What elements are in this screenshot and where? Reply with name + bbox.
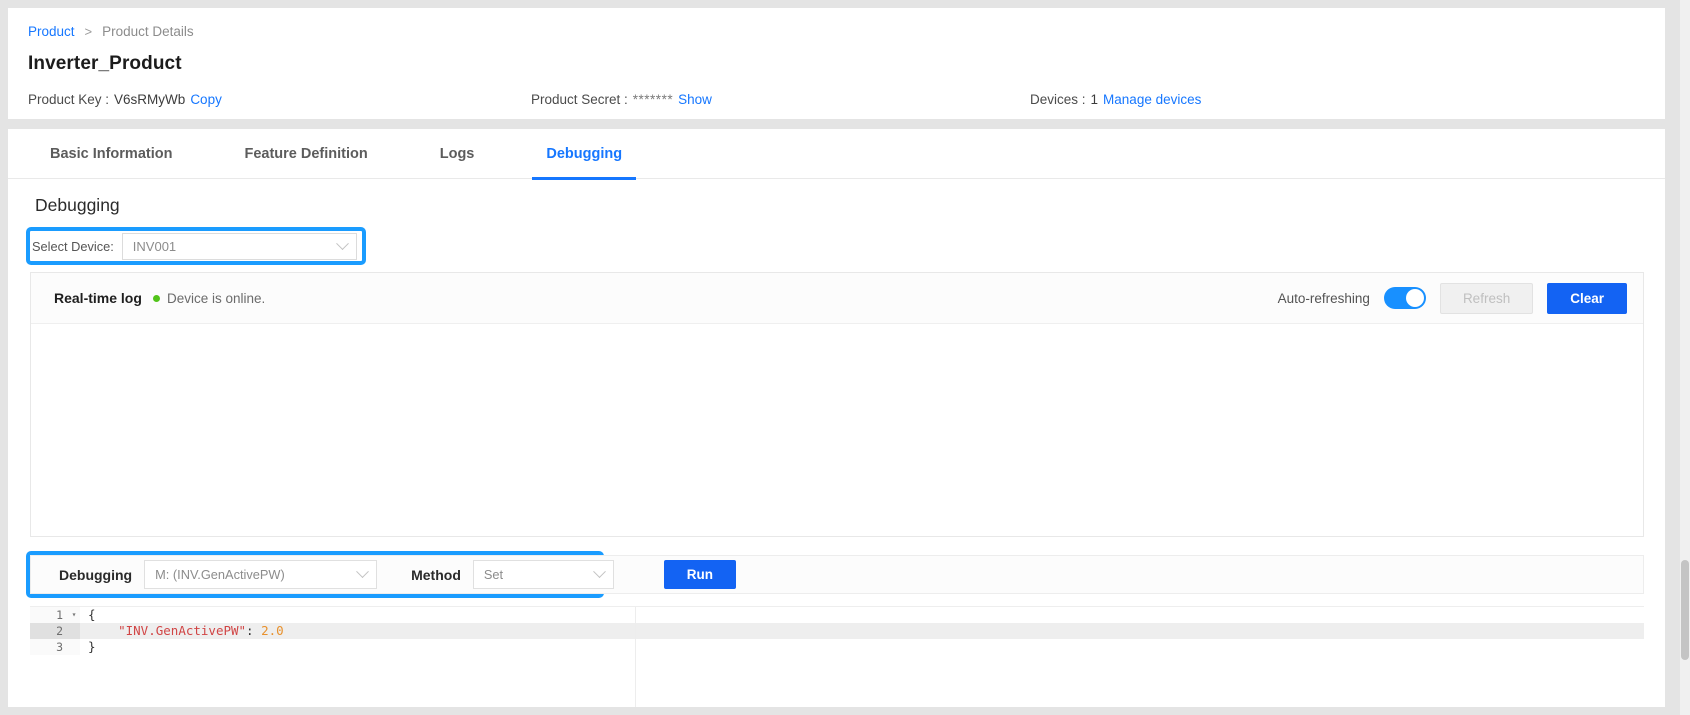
section-heading-debugging: Debugging [35, 195, 120, 215]
editor-line-number: 1 [30, 607, 68, 623]
main-content-card: Basic Information Feature Definition Log… [8, 129, 1665, 707]
page-scrollbar-thumb[interactable] [1681, 560, 1689, 660]
clear-button[interactable]: Clear [1547, 282, 1627, 314]
toggle-knob [1405, 289, 1424, 307]
log-controls: Auto-refreshing Refresh Clear [1277, 282, 1627, 314]
refresh-button[interactable]: Refresh [1439, 282, 1534, 314]
online-status-dot-icon [153, 294, 160, 302]
page-title: Inverter_Product [28, 53, 182, 74]
code-fold-icon [68, 639, 80, 655]
editor-token-punct: { [88, 607, 96, 622]
realtime-log-panel: Real-time log Device is online. Auto-ref… [30, 272, 1644, 537]
breadcrumb: Product > Product Details [28, 24, 194, 39]
debug-method-value: Set [483, 567, 504, 582]
debug-action-bar: Debugging M: (INV.GenActivePW) Method Se… [30, 555, 1644, 594]
editor-token-key: "INV.GenActivePW" [118, 623, 247, 638]
manage-devices-link[interactable]: Manage devices [1103, 92, 1201, 107]
editor-line: 2 "INV.GenActivePW": 2.0 [30, 623, 1644, 639]
auto-refresh-toggle[interactable] [1383, 287, 1426, 309]
debug-method-dropdown[interactable]: Set [472, 560, 614, 589]
page-root: Product > Product Details Inverter_Produ… [0, 0, 1690, 715]
select-device-label: Select Device: [32, 239, 114, 254]
breadcrumb-link-product[interactable]: Product [28, 24, 75, 39]
editor-line: 3 } [30, 639, 1644, 655]
product-secret-label: Product Secret : [531, 92, 628, 107]
product-key-group: Product Key : V6sRMyWb Copy [28, 92, 222, 107]
product-key-label: Product Key : [28, 92, 110, 107]
auto-refresh-label: Auto-refreshing [1277, 290, 1370, 306]
show-secret-button[interactable]: Show [678, 92, 712, 107]
editor-line-code: { [80, 607, 96, 623]
realtime-log-title: Real-time log [54, 290, 142, 306]
editor-empty-area [30, 655, 1644, 707]
editor-token-value: 2.0 [261, 623, 284, 638]
editor-line-code: "INV.GenActivePW": 2.0 [80, 623, 284, 639]
tab-feature-definition[interactable]: Feature Definition [230, 129, 381, 179]
method-label: Method [411, 566, 461, 583]
json-code-editor[interactable]: 1 ▾ { 2 "INV.GenActivePW": 2.0 3 } [30, 606, 1644, 707]
device-status: Device is online. [153, 291, 265, 306]
realtime-log-header: Real-time log Device is online. Auto-ref… [31, 273, 1643, 324]
product-key-value: V6sRMyWb [114, 92, 186, 107]
chevron-down-icon [356, 565, 369, 579]
editor-token-colon: : [246, 623, 254, 638]
debug-property-dropdown[interactable]: M: (INV.GenActivePW) [144, 560, 378, 589]
code-fold-icon [68, 623, 80, 639]
product-header-card: Product > Product Details Inverter_Produ… [8, 8, 1665, 119]
chevron-down-icon [335, 237, 349, 251]
editor-line-number: 2 [30, 623, 68, 639]
product-meta-row: Product Key : V6sRMyWb Copy Product Secr… [8, 92, 1665, 116]
tab-bar: Basic Information Feature Definition Log… [8, 129, 1665, 180]
editor-line-number: 3 [30, 639, 68, 655]
chevron-down-icon [593, 565, 606, 579]
breadcrumb-separator-icon: > [84, 24, 93, 39]
editor-line-code: } [80, 639, 96, 655]
editor-token-punct: } [88, 639, 96, 654]
editor-line: 1 ▾ { [30, 607, 1644, 623]
run-button[interactable]: Run [663, 560, 736, 589]
debug-action-bar-inner: Debugging M: (INV.GenActivePW) Method Se… [31, 560, 736, 589]
devices-label: Devices : [1030, 92, 1086, 107]
devices-count: 1 [1090, 92, 1099, 107]
tab-debugging[interactable]: Debugging [532, 129, 636, 180]
debugging-label: Debugging [59, 566, 133, 583]
select-device-row: Select Device: INV001 [32, 233, 357, 260]
product-secret-mask: ******* [632, 92, 674, 107]
breadcrumb-current: Product Details [102, 24, 194, 39]
product-secret-group: Product Secret : ******* Show [531, 92, 712, 107]
devices-group: Devices : 1 Manage devices [1030, 92, 1201, 107]
device-status-text: Device is online. [167, 290, 266, 306]
editor-vertical-divider [635, 607, 636, 707]
select-device-value: INV001 [132, 239, 177, 254]
tab-logs[interactable]: Logs [426, 129, 489, 179]
tab-basic-information[interactable]: Basic Information [36, 129, 186, 179]
select-device-dropdown[interactable]: INV001 [121, 233, 357, 260]
realtime-log-body[interactable] [31, 324, 1643, 536]
copy-product-key-button[interactable]: Copy [190, 92, 222, 107]
code-fold-icon[interactable]: ▾ [68, 607, 80, 623]
debug-property-value: M: (INV.GenActivePW) [155, 567, 285, 582]
page-scrollbar-track[interactable] [1680, 0, 1690, 715]
